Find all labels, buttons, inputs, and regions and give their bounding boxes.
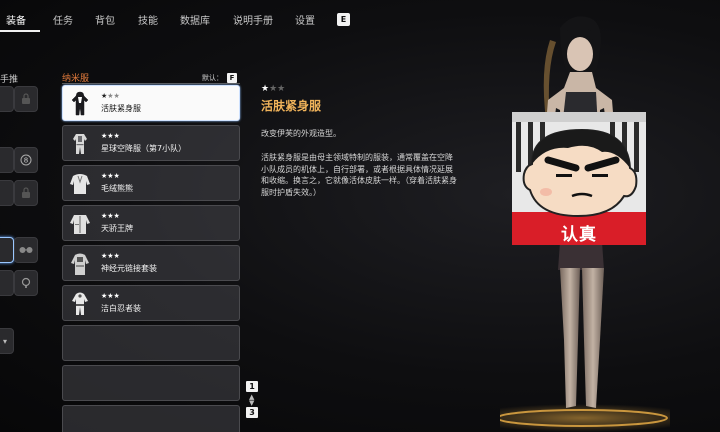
tech-suit-icon <box>69 250 91 278</box>
outfit-slot-selected[interactable] <box>0 237 14 263</box>
outfit-item-empty[interactable] <box>62 365 240 401</box>
outfit-item-empty[interactable] <box>62 405 240 432</box>
sticker-caption: 认真 <box>561 225 597 245</box>
tab-manual[interactable]: 说明手册 <box>233 12 273 27</box>
outfit-item-skin-suit[interactable]: ★★★ 活肤紧身服 <box>62 85 240 121</box>
outfit-item-white-ninja[interactable]: ★★★ 洁白忍者装 <box>62 285 240 321</box>
page-current: 1 <box>246 381 258 392</box>
svg-text:8: 8 <box>24 157 28 165</box>
emblem-slot[interactable]: 8 <box>14 147 38 173</box>
armor-suit-icon <box>69 130 91 158</box>
equipment-slot[interactable] <box>0 180 14 206</box>
detail-title: 活肤紧身服 <box>261 99 322 113</box>
outfit-item-drop-suit[interactable]: ★★★ 星球空降服（第7小队） <box>62 125 240 161</box>
outfit-name: 洁白忍者装 <box>101 304 141 313</box>
outfit-item-neural-link[interactable]: ★★★ 神经元链接套装 <box>62 245 240 281</box>
rarity-stars: ★★★ <box>101 212 120 220</box>
emblem-icon: 8 <box>20 154 32 166</box>
hotkey-f-badge[interactable]: F <box>227 73 237 83</box>
default-label: 默认： <box>202 74 223 82</box>
outfit-name: 天骄王牌 <box>101 224 133 233</box>
equipment-slot[interactable] <box>0 270 14 296</box>
outfit-name: 毛绒熊熊 <box>101 184 133 193</box>
detail-description: 活肤紧身服是由母主领域特制的服装，通常覆盖在空降小队成员的机体上，自行部署，或者… <box>261 153 457 197</box>
tab-inventory[interactable]: 背包 <box>95 12 115 27</box>
outfit-item-empty[interactable] <box>62 325 240 361</box>
hotkey-e-badge[interactable]: E <box>337 13 350 26</box>
rarity-stars: ★★★ <box>101 292 120 300</box>
chevron-down-icon: ▾ <box>3 337 8 346</box>
tab-database[interactable]: 数据库 <box>180 12 210 27</box>
earring-icon <box>21 277 31 288</box>
locked-slot[interactable] <box>14 180 38 206</box>
left-panel-label: 手推 <box>0 75 19 85</box>
equipment-slot[interactable]: ▾ <box>0 328 14 354</box>
page-arrows-icon[interactable]: ▲ ▼ <box>249 394 254 407</box>
tab-settings[interactable]: 设置 <box>295 12 315 27</box>
equipment-slot[interactable] <box>0 86 14 112</box>
outfit-item-plush-bear[interactable]: ★★★ 毛绒熊熊 <box>62 165 240 201</box>
plush-jacket-icon <box>69 170 91 198</box>
jacket-icon <box>69 210 91 238</box>
tab-skills[interactable]: 技能 <box>138 12 158 27</box>
tab-equipment[interactable]: 装备 <box>6 12 26 27</box>
glasses-icon <box>19 247 33 253</box>
rarity-stars: ★★★ <box>101 172 120 180</box>
rarity-stars: ★★★ <box>101 252 120 260</box>
list-divider <box>62 83 240 84</box>
outfit-name: 活肤紧身服 <box>101 104 141 113</box>
detail-rarity-stars: ★★★ <box>261 84 286 94</box>
outfit-name: 神经元链接套装 <box>101 264 157 273</box>
earring-slot[interactable] <box>14 270 38 296</box>
locked-slot[interactable] <box>14 86 38 112</box>
tab-missions[interactable]: 任务 <box>53 12 73 27</box>
rarity-stars: ★★★ <box>101 132 120 140</box>
bodysuit-icon <box>69 90 91 118</box>
outfit-name: 星球空降服（第7小队） <box>101 144 187 153</box>
lock-icon <box>22 187 30 198</box>
page-total: 3 <box>246 407 258 418</box>
outfit-item-ace[interactable]: ★★★ 天骄王牌 <box>62 205 240 241</box>
detail-summary: 改变伊芙的外观造型。 <box>261 129 341 138</box>
rarity-stars: ★★★ <box>101 92 120 100</box>
ninja-suit-icon <box>69 290 91 318</box>
active-tab-indicator <box>0 30 40 32</box>
cartoon-sticker: 认真 <box>512 112 646 245</box>
lock-icon <box>22 93 30 104</box>
glasses-slot[interactable] <box>14 237 38 263</box>
equipment-slot[interactable] <box>0 147 14 173</box>
